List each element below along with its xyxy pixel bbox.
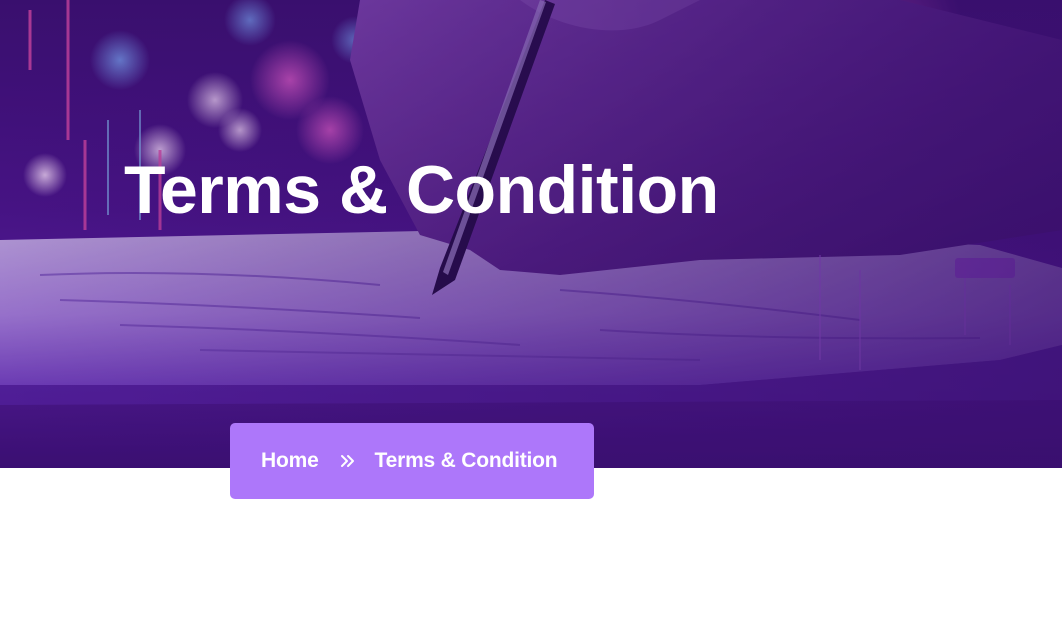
breadcrumb-home-link[interactable]: Home (261, 449, 319, 473)
double-chevron-right-icon (340, 455, 354, 467)
page-title: Terms & Condition (124, 152, 719, 228)
page: Terms & Condition Home Terms & Condition (0, 0, 1062, 625)
hero-background-image (0, 0, 1062, 468)
hero-banner: Terms & Condition (0, 0, 1062, 468)
breadcrumb-current: Terms & Condition (374, 449, 558, 472)
breadcrumb: Home Terms & Condition (230, 423, 594, 499)
